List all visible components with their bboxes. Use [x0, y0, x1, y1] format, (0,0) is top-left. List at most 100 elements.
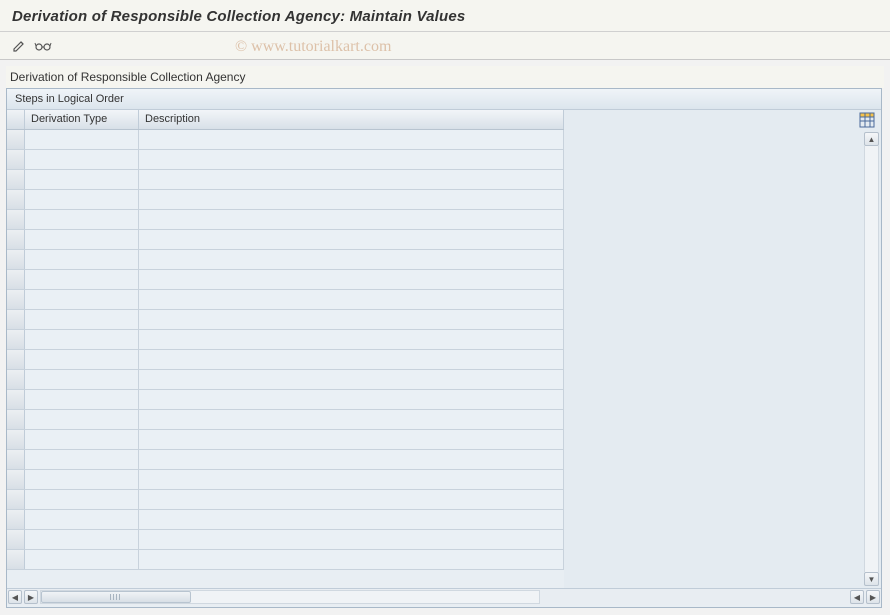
- cell-derivation-type[interactable]: [25, 390, 139, 409]
- scroll-down-button[interactable]: ▼: [864, 572, 879, 586]
- row-selector[interactable]: [7, 450, 25, 469]
- cell-derivation-type[interactable]: [25, 290, 139, 309]
- column-headers: Derivation Type Description: [7, 110, 564, 130]
- cell-description[interactable]: [139, 130, 564, 149]
- cell-description[interactable]: [139, 250, 564, 269]
- table-row: [7, 190, 564, 210]
- edit-button[interactable]: [10, 37, 28, 55]
- table-row: [7, 530, 564, 550]
- scroll-right-end-button[interactable]: ▶: [866, 590, 880, 604]
- title-bar: Derivation of Responsible Collection Age…: [0, 0, 890, 32]
- vertical-scroll-track[interactable]: [864, 146, 879, 572]
- cell-derivation-type[interactable]: [25, 410, 139, 429]
- cell-derivation-type[interactable]: [25, 250, 139, 269]
- select-all-corner[interactable]: [7, 110, 25, 129]
- cell-description[interactable]: [139, 510, 564, 529]
- cell-description[interactable]: [139, 170, 564, 189]
- table-settings-button[interactable]: [859, 112, 875, 128]
- scroll-right-button[interactable]: ▶: [24, 590, 38, 604]
- horizontal-scroll-track[interactable]: [40, 590, 540, 604]
- cell-description[interactable]: [139, 150, 564, 169]
- column-header-description[interactable]: Description: [139, 110, 564, 129]
- table-row: [7, 230, 564, 250]
- row-selector[interactable]: [7, 410, 25, 429]
- scroll-left-button[interactable]: ◀: [8, 590, 22, 604]
- cell-derivation-type[interactable]: [25, 370, 139, 389]
- row-selector[interactable]: [7, 470, 25, 489]
- cell-derivation-type[interactable]: [25, 270, 139, 289]
- table-row: [7, 470, 564, 490]
- cell-derivation-type[interactable]: [25, 150, 139, 169]
- display-button[interactable]: [34, 37, 52, 55]
- scroll-up-button[interactable]: ▲: [864, 132, 879, 146]
- table-row: [7, 250, 564, 270]
- row-selector[interactable]: [7, 370, 25, 389]
- cell-description[interactable]: [139, 530, 564, 549]
- panel-header: Steps in Logical Order: [7, 89, 881, 110]
- cell-description[interactable]: [139, 410, 564, 429]
- cell-description[interactable]: [139, 390, 564, 409]
- grid-main: Derivation Type Description: [7, 110, 564, 588]
- cell-derivation-type[interactable]: [25, 230, 139, 249]
- page-title: Derivation of Responsible Collection Age…: [12, 8, 878, 25]
- cell-description[interactable]: [139, 370, 564, 389]
- table-row: [7, 390, 564, 410]
- table-row: [7, 550, 564, 570]
- row-selector[interactable]: [7, 510, 25, 529]
- cell-derivation-type[interactable]: [25, 170, 139, 189]
- cell-derivation-type[interactable]: [25, 450, 139, 469]
- cell-description[interactable]: [139, 230, 564, 249]
- cell-derivation-type[interactable]: [25, 490, 139, 509]
- cell-derivation-type[interactable]: [25, 350, 139, 369]
- row-selector[interactable]: [7, 390, 25, 409]
- column-header-derivation-type[interactable]: Derivation Type: [25, 110, 139, 129]
- cell-derivation-type[interactable]: [25, 430, 139, 449]
- row-selector[interactable]: [7, 290, 25, 309]
- row-selector[interactable]: [7, 330, 25, 349]
- cell-description[interactable]: [139, 290, 564, 309]
- row-selector[interactable]: [7, 170, 25, 189]
- vertical-scrollbar[interactable]: ▲ ▼: [864, 132, 879, 586]
- table-row: [7, 270, 564, 290]
- cell-derivation-type[interactable]: [25, 530, 139, 549]
- cell-derivation-type[interactable]: [25, 470, 139, 489]
- cell-derivation-type[interactable]: [25, 190, 139, 209]
- cell-derivation-type[interactable]: [25, 510, 139, 529]
- table-row: [7, 450, 564, 470]
- cell-derivation-type[interactable]: [25, 330, 139, 349]
- row-selector[interactable]: [7, 150, 25, 169]
- row-selector[interactable]: [7, 310, 25, 329]
- row-selector[interactable]: [7, 430, 25, 449]
- row-selector[interactable]: [7, 550, 25, 569]
- cell-derivation-type[interactable]: [25, 210, 139, 229]
- cell-derivation-type[interactable]: [25, 310, 139, 329]
- cell-description[interactable]: [139, 470, 564, 489]
- cell-description[interactable]: [139, 450, 564, 469]
- grid-wrap: Derivation Type Description: [7, 110, 881, 588]
- cell-description[interactable]: [139, 310, 564, 329]
- row-selector[interactable]: [7, 190, 25, 209]
- row-selector[interactable]: [7, 130, 25, 149]
- cell-description[interactable]: [139, 550, 564, 569]
- table-row: [7, 210, 564, 230]
- row-selector[interactable]: [7, 210, 25, 229]
- cell-description[interactable]: [139, 330, 564, 349]
- row-selector[interactable]: [7, 350, 25, 369]
- row-selector[interactable]: [7, 270, 25, 289]
- row-selector[interactable]: [7, 250, 25, 269]
- cell-derivation-type[interactable]: [25, 130, 139, 149]
- cell-description[interactable]: [139, 190, 564, 209]
- cell-description[interactable]: [139, 270, 564, 289]
- cell-description[interactable]: [139, 430, 564, 449]
- horizontal-scroll-thumb[interactable]: [41, 591, 191, 603]
- row-selector[interactable]: [7, 530, 25, 549]
- cell-description[interactable]: [139, 210, 564, 229]
- cell-derivation-type[interactable]: [25, 550, 139, 569]
- scroll-left-end-button[interactable]: ◀: [850, 590, 864, 604]
- steps-panel: Steps in Logical Order Derivation Type D…: [6, 88, 882, 608]
- table-row: [7, 130, 564, 150]
- row-selector[interactable]: [7, 490, 25, 509]
- cell-description[interactable]: [139, 490, 564, 509]
- cell-description[interactable]: [139, 350, 564, 369]
- row-selector[interactable]: [7, 230, 25, 249]
